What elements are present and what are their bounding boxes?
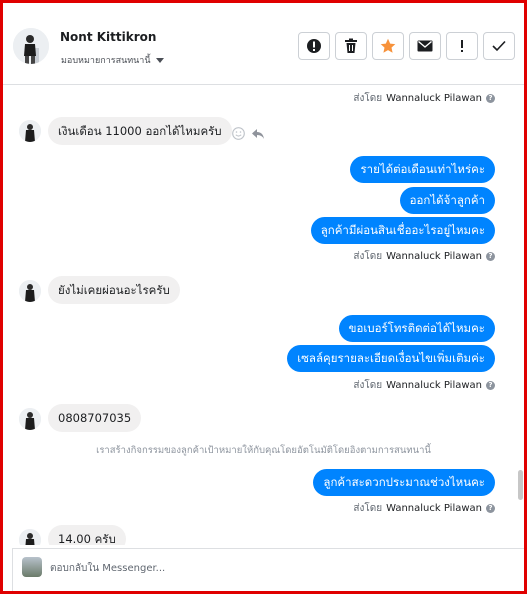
reply-composer[interactable]: ตอบกลับใน Messenger... — [12, 548, 524, 594]
help-icon[interactable]: ? — [486, 381, 495, 390]
delete-button[interactable] — [335, 32, 367, 60]
agent-name[interactable]: Wannaluck Pilawan — [386, 380, 482, 391]
automation-notice: เราสร้างกิจกรรมของลูกค้าเป้าหมายให้กับคุ… — [96, 445, 431, 456]
conversation-header: Nont Kittikron มอบหมายการสนทนานี้ — [3, 3, 524, 85]
incoming-message[interactable]: 14.00 ครับ — [48, 525, 126, 545]
message-thread[interactable]: ส่งโดย Wannaluck Pilawan ? เงินเดือน 110… — [3, 86, 524, 545]
reply-arrow-icon[interactable] — [251, 128, 265, 140]
agent-name[interactable]: Wannaluck Pilawan — [386, 503, 482, 514]
person-photo-icon — [19, 408, 41, 430]
caret-down-icon — [155, 57, 164, 63]
envelope-icon — [417, 40, 433, 52]
conversation-toolbar — [298, 32, 515, 60]
outgoing-message[interactable]: ขอเบอร์โทรติดต่อได้ไหมคะ — [338, 315, 495, 342]
mark-spam-button[interactable] — [298, 32, 330, 60]
incoming-message[interactable]: ยังไม่เคยผ่อนอะไรครับ — [48, 276, 180, 304]
contact-avatar-small[interactable] — [19, 120, 41, 142]
contact-name[interactable]: Nont Kittikron — [60, 30, 156, 44]
agent-name[interactable]: Wannaluck Pilawan — [386, 251, 482, 262]
outgoing-message[interactable]: ออกได้จ้าลูกค้า — [399, 187, 495, 214]
contact-avatar-small[interactable] — [19, 280, 41, 302]
incoming-message[interactable]: 0808707035 — [48, 404, 142, 432]
outgoing-message[interactable]: เซลล์คุยรายละเอียดเงื่อนไขเพิ่มเติมค่ะ — [287, 345, 495, 372]
sent-by-row: ส่งโดย Wannaluck Pilawan ? — [353, 501, 495, 516]
star-button[interactable] — [372, 32, 404, 60]
exclamation-icon — [461, 40, 463, 52]
sent-by-row: ส่งโดย Wannaluck Pilawan ? — [353, 91, 495, 106]
outgoing-message[interactable]: ลูกค้าสะดวกประมาณช่วงไหนคะ — [313, 469, 495, 496]
person-photo-icon — [19, 120, 41, 142]
outgoing-message[interactable]: ลูกค้ามีผ่อนสินเชื่ออะไรอยู่ไหมคะ — [310, 217, 495, 244]
alert-circle-icon — [307, 39, 321, 53]
help-icon[interactable]: ? — [486, 94, 495, 103]
sent-by-prefix: ส่งโดย — [353, 251, 383, 262]
mark-done-button[interactable] — [483, 32, 515, 60]
person-photo-icon — [13, 28, 49, 64]
check-icon — [492, 40, 506, 52]
follow-up-button[interactable] — [446, 32, 478, 60]
star-icon — [380, 38, 396, 53]
contact-avatar-small[interactable] — [19, 529, 41, 545]
sent-by-prefix: ส่งโดย — [353, 380, 383, 391]
person-photo-icon — [19, 280, 41, 302]
mark-unread-button[interactable] — [409, 32, 441, 60]
outgoing-message[interactable]: รายได้ต่อเดือนเท่าไหร่คะ — [350, 156, 495, 183]
contact-avatar[interactable] — [13, 28, 49, 64]
contact-avatar-small[interactable] — [19, 408, 41, 430]
page-avatar — [22, 557, 42, 577]
agent-name[interactable]: Wannaluck Pilawan — [386, 93, 482, 104]
assign-label: มอบหมายการสนทนานี้ — [61, 56, 151, 66]
help-icon[interactable]: ? — [486, 504, 495, 513]
incoming-message[interactable]: เงินเดือน 11000 ออกได้ไหมครับ — [48, 117, 232, 145]
reply-input[interactable]: ตอบกลับใน Messenger... — [50, 561, 165, 576]
sent-by-prefix: ส่งโดย — [353, 93, 383, 104]
trash-icon — [345, 38, 357, 53]
sent-by-prefix: ส่งโดย — [353, 503, 383, 514]
sent-by-row: ส่งโดย Wannaluck Pilawan ? — [353, 249, 495, 264]
smiley-icon[interactable] — [232, 127, 245, 140]
help-icon[interactable]: ? — [486, 252, 495, 261]
person-photo-icon — [19, 529, 41, 545]
message-actions — [232, 127, 265, 140]
assign-conversation-dropdown[interactable]: มอบหมายการสนทนานี้ — [61, 53, 164, 67]
thread-scrollbar[interactable] — [518, 470, 523, 500]
sent-by-row: ส่งโดย Wannaluck Pilawan ? — [353, 378, 495, 393]
